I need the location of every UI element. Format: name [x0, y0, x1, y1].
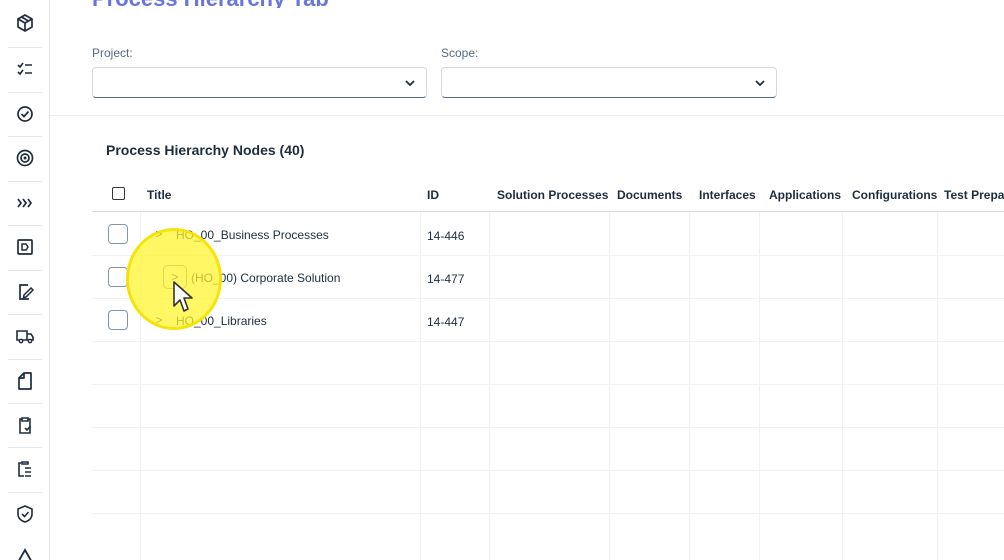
warning-icon[interactable] — [8, 540, 42, 560]
main-content: Process Hierarchy Tab Project: Scope: Pr… — [50, 0, 1004, 560]
badge-check-icon[interactable] — [8, 97, 42, 131]
scope-select[interactable] — [441, 67, 777, 98]
column-header-test-prepa[interactable]: Test Prepa — [944, 188, 1004, 202]
cube-icon[interactable] — [8, 6, 42, 40]
table-header: Title ID Solution Processes Documents In… — [92, 178, 1004, 212]
expand-row-button[interactable]: > — [147, 308, 171, 332]
column-header-title[interactable]: Title — [147, 188, 171, 202]
row-checkbox[interactable] — [108, 310, 128, 330]
row-id: 14-446 — [427, 229, 465, 243]
row-checkbox[interactable] — [108, 267, 128, 287]
triple-chevron-icon[interactable] — [8, 186, 42, 220]
row-id: 14-447 — [427, 315, 465, 329]
table-row[interactable]: > (HO_00) Corporate Solution 14-477 — [92, 257, 1004, 300]
column-header-applications[interactable]: Applications — [769, 188, 841, 202]
checklist-icon[interactable] — [8, 52, 42, 86]
project-select[interactable] — [92, 67, 427, 98]
row-title[interactable]: (HO_00) Corporate Solution — [191, 271, 340, 285]
edit-document-icon[interactable] — [8, 275, 42, 309]
column-header-solution-processes[interactable]: Solution Processes — [497, 188, 608, 202]
table-title: Process Hierarchy Nodes (40) — [106, 142, 305, 158]
table-row[interactable]: > HO_00_Business Processes 14-446 — [92, 214, 1004, 257]
shield-check-icon[interactable] — [8, 497, 42, 531]
column-header-documents[interactable]: Documents — [617, 188, 682, 202]
project-label: Project: — [92, 46, 133, 60]
expand-row-button[interactable]: > — [163, 265, 187, 289]
row-title[interactable]: HO_00_Libraries — [176, 314, 267, 328]
row-checkbox[interactable] — [108, 224, 128, 244]
row-id: 14-477 — [427, 272, 465, 286]
page-title: Process Hierarchy Tab — [92, 0, 342, 8]
task-list-icon[interactable] — [8, 452, 42, 486]
table-row[interactable]: > HO_00_Libraries 14-447 — [92, 300, 1004, 343]
chevron-down-icon — [405, 80, 415, 87]
select-all-checkbox[interactable] — [112, 187, 125, 200]
filter-bar: Project: Scope: — [50, 30, 1004, 116]
process-hierarchy-table: Process Hierarchy Nodes (40) Title ID So… — [92, 126, 1004, 560]
truck-icon[interactable] — [8, 319, 42, 353]
board-icon[interactable] — [8, 230, 42, 264]
target-icon[interactable] — [8, 141, 42, 175]
expand-row-button[interactable]: > — [147, 222, 171, 246]
document-icon[interactable] — [8, 364, 42, 398]
clipboard-check-icon[interactable] — [8, 408, 42, 442]
chevron-down-icon — [755, 80, 765, 87]
column-header-interfaces[interactable]: Interfaces — [699, 188, 756, 202]
left-navigation-rail — [0, 0, 50, 560]
scope-label: Scope: — [441, 46, 479, 60]
column-header-id[interactable]: ID — [427, 188, 439, 202]
column-header-configurations[interactable]: Configurations — [852, 188, 937, 202]
row-title[interactable]: HO_00_Business Processes — [176, 228, 329, 242]
